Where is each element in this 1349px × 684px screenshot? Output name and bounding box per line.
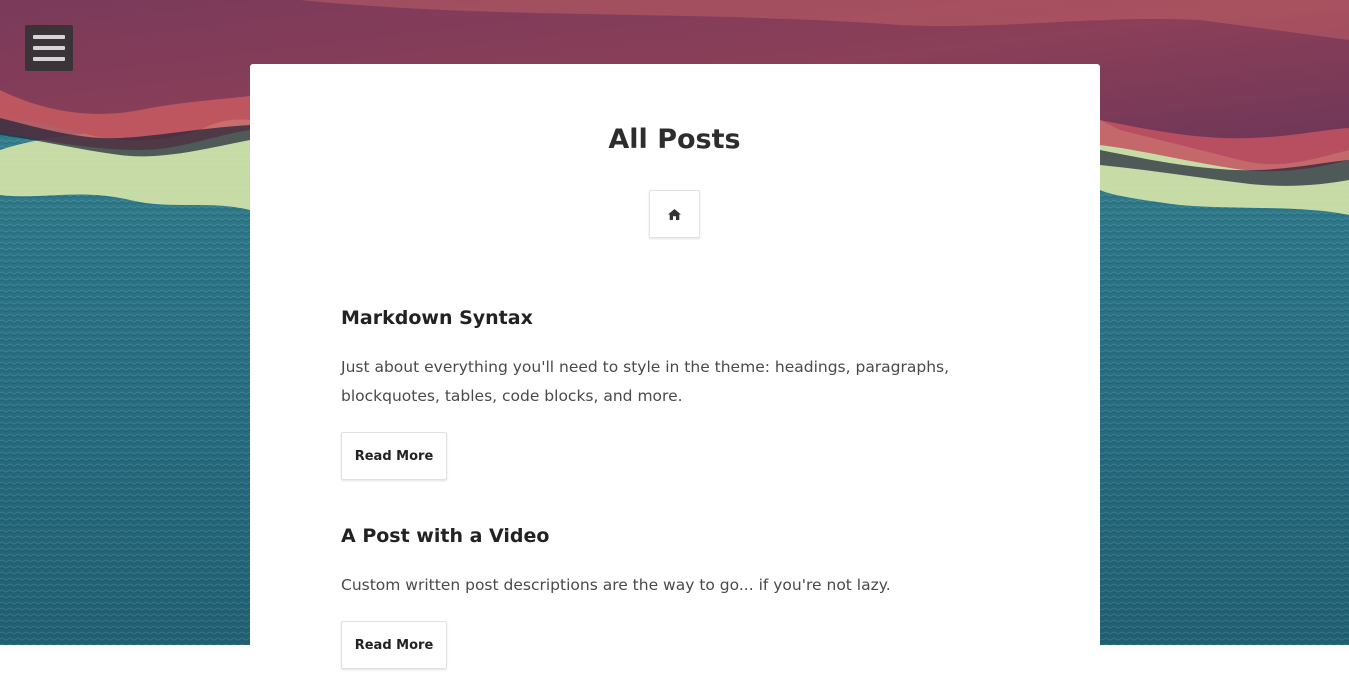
- menu-bar: [33, 35, 65, 39]
- menu-bar: [33, 57, 65, 61]
- post-title[interactable]: A Post with a Video: [341, 523, 1001, 549]
- read-more-button[interactable]: Read More: [341, 621, 447, 669]
- post-excerpt: Custom written post descriptions are the…: [341, 576, 891, 594]
- post-item: Markdown Syntax Just about everything yo…: [341, 305, 1001, 480]
- post-title[interactable]: Markdown Syntax: [341, 305, 1001, 331]
- menu-bar: [33, 46, 65, 50]
- post-item: A Post with a Video Custom written post …: [341, 523, 1001, 669]
- home-button[interactable]: [649, 190, 700, 238]
- home-icon: [668, 208, 681, 220]
- hamburger-menu-icon[interactable]: [25, 25, 73, 71]
- post-excerpt: Just about everything you'll need to sty…: [341, 358, 950, 405]
- page-title: All Posts: [608, 124, 741, 155]
- read-more-button[interactable]: Read More: [341, 432, 447, 480]
